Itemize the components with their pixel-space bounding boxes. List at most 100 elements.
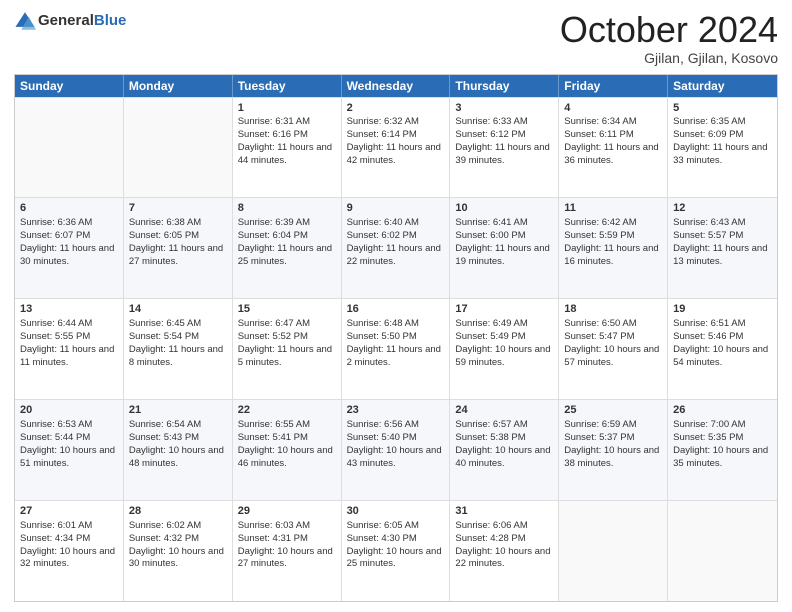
- sunrise-text: Sunrise: 6:35 AM: [673, 116, 745, 127]
- sunrise-text: Sunrise: 6:55 AM: [238, 419, 310, 430]
- day-cell-9: 9Sunrise: 6:40 AMSunset: 6:02 PMDaylight…: [342, 198, 451, 298]
- daylight-text: Daylight: 10 hours and 30 minutes.: [129, 546, 224, 570]
- calendar: SundayMondayTuesdayWednesdayThursdayFrid…: [14, 74, 778, 602]
- daylight-text: Daylight: 10 hours and 48 minutes.: [129, 445, 224, 469]
- sunset-text: Sunset: 5:54 PM: [129, 331, 199, 342]
- logo: GeneralBlue: [14, 10, 126, 32]
- day-number: 8: [238, 201, 336, 216]
- daylight-text: Daylight: 10 hours and 43 minutes.: [347, 445, 442, 469]
- daylight-text: Daylight: 10 hours and 46 minutes.: [238, 445, 333, 469]
- day-number: 10: [455, 201, 553, 216]
- calendar-body: 1Sunrise: 6:31 AM Sunset: 6:16 PM Daylight…: [15, 97, 777, 601]
- daylight-text: Daylight: 11 hours and 11 minutes.: [20, 344, 114, 368]
- sunrise-text: Sunrise: 6:43 AM: [673, 217, 745, 228]
- day-number: 6: [20, 201, 118, 216]
- day-cell-2: 2Sunrise: 6:32 AMSunset: 6:14 PMDaylight…: [342, 98, 451, 198]
- daylight-text: Daylight: 10 hours and 57 minutes.: [564, 344, 659, 368]
- daylight-text: Daylight: 10 hours and 27 minutes.: [238, 546, 333, 570]
- day-cell-17: 17Sunrise: 6:49 AMSunset: 5:49 PMDayligh…: [450, 299, 559, 399]
- sunrise-text: Sunrise: 6:49 AM: [455, 318, 527, 329]
- week-row-1: 1Sunrise: 6:31 AM Sunset: 6:16 PM Daylight…: [15, 97, 777, 198]
- empty-cell: [124, 98, 233, 198]
- sunset-text: Sunset: 5:57 PM: [673, 230, 743, 241]
- empty-cell: [559, 501, 668, 601]
- sunset-text: Sunset: 6:14 PM: [347, 129, 417, 140]
- sunset-text: Sunset: 6:11 PM: [564, 129, 634, 140]
- daylight-text: Daylight: 11 hours and 36 minutes.: [564, 142, 658, 166]
- day-cell-22: 22Sunrise: 6:55 AMSunset: 5:41 PMDayligh…: [233, 400, 342, 500]
- header-right: October 2024 Gjilan, Gjilan, Kosovo: [560, 10, 778, 66]
- sunset-text: Sunset: 5:40 PM: [347, 432, 417, 443]
- sunrise-text: Sunrise: 6:03 AM: [238, 520, 310, 531]
- day-cell-31: 31Sunrise: 6:06 AMSunset: 4:28 PMDayligh…: [450, 501, 559, 601]
- sunrise-text: Sunrise: 6:31 AM: [238, 116, 310, 127]
- day-cell-29: 29Sunrise: 6:03 AMSunset: 4:31 PMDayligh…: [233, 501, 342, 601]
- sunset-text: Sunset: 5:44 PM: [20, 432, 90, 443]
- sunset-text: Sunset: 6:02 PM: [347, 230, 417, 241]
- sunset-text: Sunset: 5:38 PM: [455, 432, 525, 443]
- sunrise-text: Sunrise: 6:06 AM: [455, 520, 527, 531]
- day-number: 28: [129, 504, 227, 519]
- daylight-text: Daylight: 11 hours and 44 minutes.: [238, 142, 332, 166]
- day-number: 12: [673, 201, 772, 216]
- day-number: 22: [238, 403, 336, 418]
- sunset-text: Sunset: 4:30 PM: [347, 533, 417, 544]
- week-row-3: 13Sunrise: 6:44 AM Sunset: 5:55 PM Dayligh…: [15, 298, 777, 399]
- empty-cell: [15, 98, 124, 198]
- day-header-friday: Friday: [559, 75, 668, 97]
- day-cell-26: 26Sunrise: 7:00 AMSunset: 5:35 PMDayligh…: [668, 400, 777, 500]
- day-number: 17: [455, 302, 553, 317]
- sunset-text: Sunset: 6:07 PM: [20, 230, 90, 241]
- day-cell-30: 30Sunrise: 6:05 AMSunset: 4:30 PMDayligh…: [342, 501, 451, 601]
- daylight-text: Daylight: 11 hours and 42 minutes.: [347, 142, 441, 166]
- day-number: 11: [564, 201, 662, 216]
- daylight-text: Daylight: 10 hours and 40 minutes.: [455, 445, 550, 469]
- day-header-thursday: Thursday: [450, 75, 559, 97]
- daylight-text: Daylight: 10 hours and 38 minutes.: [564, 445, 659, 469]
- sunrise-text: Sunrise: 6:53 AM: [20, 419, 92, 430]
- daylight-text: Daylight: 10 hours and 51 minutes.: [20, 445, 115, 469]
- sunset-text: Sunset: 4:32 PM: [129, 533, 199, 544]
- day-number: 5: [673, 101, 772, 116]
- day-cell-12: 12Sunrise: 6:43 AMSunset: 5:57 PMDayligh…: [668, 198, 777, 298]
- daylight-text: Daylight: 10 hours and 22 minutes.: [455, 546, 550, 570]
- daylight-text: Daylight: 10 hours and 35 minutes.: [673, 445, 768, 469]
- day-cell-3: 3Sunrise: 6:33 AMSunset: 6:12 PMDaylight…: [450, 98, 559, 198]
- sunrise-text: Sunrise: 6:01 AM: [20, 520, 92, 531]
- calendar-header: SundayMondayTuesdayWednesdayThursdayFrid…: [15, 75, 777, 97]
- daylight-text: Daylight: 11 hours and 19 minutes.: [455, 243, 549, 267]
- day-number: 20: [20, 403, 118, 418]
- day-number: 25: [564, 403, 662, 418]
- day-cell-27: 27Sunrise: 6:01 AMSunset: 4:34 PMDayligh…: [15, 501, 124, 601]
- sunset-text: Sunset: 5:49 PM: [455, 331, 525, 342]
- sunrise-text: Sunrise: 6:32 AM: [347, 116, 419, 127]
- sunset-text: Sunset: 6:16 PM: [238, 129, 308, 140]
- day-cell-20: 20Sunrise: 6:53 AM Sunset: 5:44 PM Dayligh…: [15, 400, 124, 500]
- daylight-text: Daylight: 11 hours and 33 minutes.: [673, 142, 767, 166]
- sunrise-text: Sunrise: 7:00 AM: [673, 419, 745, 430]
- day-cell-24: 24Sunrise: 6:57 AMSunset: 5:38 PMDayligh…: [450, 400, 559, 500]
- sunset-text: Sunset: 5:37 PM: [564, 432, 634, 443]
- sunset-text: Sunset: 4:34 PM: [20, 533, 90, 544]
- sunrise-text: Sunrise: 6:50 AM: [564, 318, 636, 329]
- day-number: 31: [455, 504, 553, 519]
- sunrise-text: Sunrise: 6:45 AM: [129, 318, 201, 329]
- day-cell-4: 4Sunrise: 6:34 AMSunset: 6:11 PMDaylight…: [559, 98, 668, 198]
- day-cell-23: 23Sunrise: 6:56 AMSunset: 5:40 PMDayligh…: [342, 400, 451, 500]
- day-number: 21: [129, 403, 227, 418]
- day-header-saturday: Saturday: [668, 75, 777, 97]
- sunset-text: Sunset: 5:55 PM: [20, 331, 90, 342]
- sunrise-text: Sunrise: 6:48 AM: [347, 318, 419, 329]
- day-cell-7: 7Sunrise: 6:38 AMSunset: 6:05 PMDaylight…: [124, 198, 233, 298]
- sunrise-text: Sunrise: 6:56 AM: [347, 419, 419, 430]
- sunrise-text: Sunrise: 6:40 AM: [347, 217, 419, 228]
- sunrise-text: Sunrise: 6:47 AM: [238, 318, 310, 329]
- sunset-text: Sunset: 6:00 PM: [455, 230, 525, 241]
- day-number: 13: [20, 302, 118, 317]
- daylight-text: Daylight: 11 hours and 5 minutes.: [238, 344, 332, 368]
- logo-icon: [14, 10, 36, 32]
- day-number: 1: [238, 101, 336, 116]
- day-cell-11: 11Sunrise: 6:42 AMSunset: 5:59 PMDayligh…: [559, 198, 668, 298]
- sunrise-text: Sunrise: 6:44 AM: [20, 318, 92, 329]
- sunset-text: Sunset: 4:31 PM: [238, 533, 308, 544]
